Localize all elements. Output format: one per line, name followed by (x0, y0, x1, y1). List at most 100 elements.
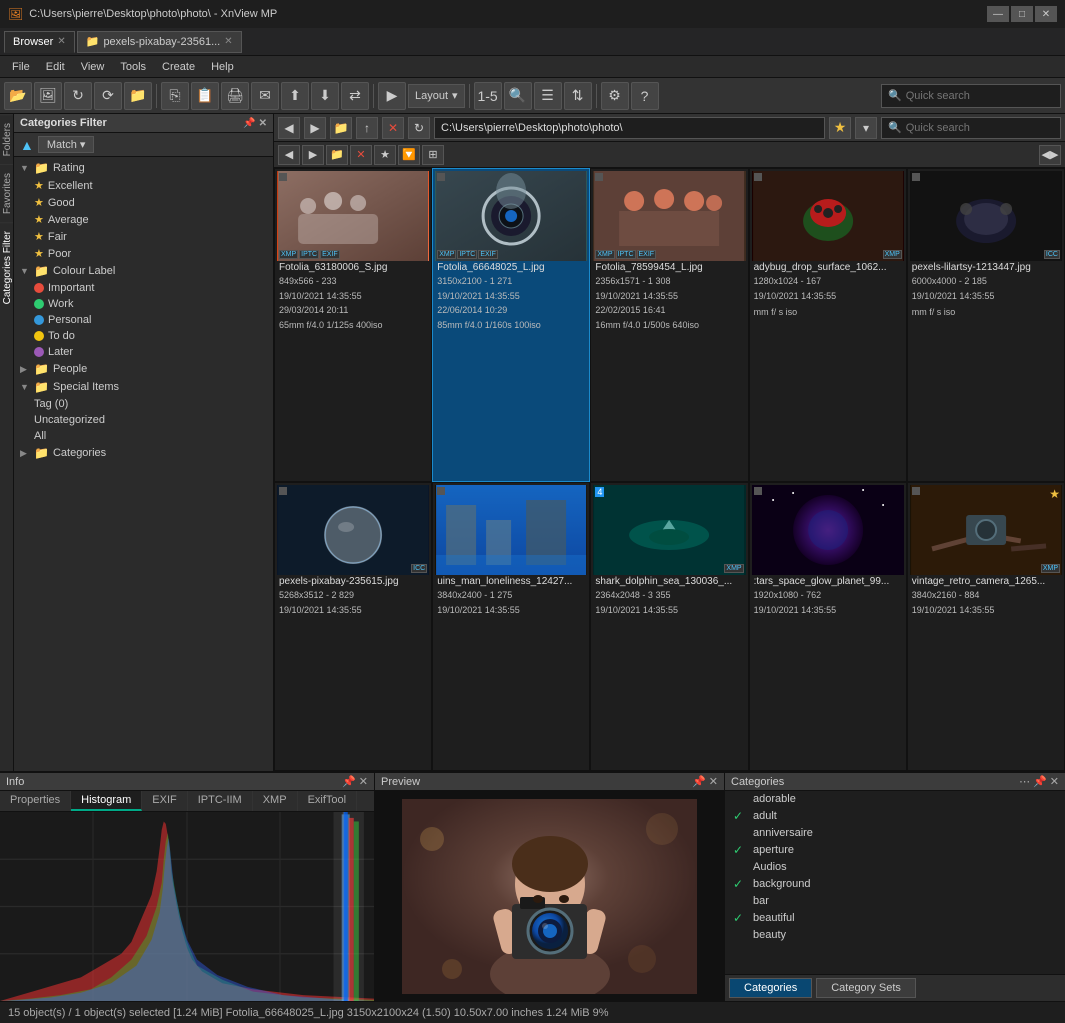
sidebar-tab-categories[interactable]: Categories Filter (0, 222, 13, 312)
tab-browser[interactable]: Browser ✕ (4, 31, 75, 53)
file-cell-8[interactable]: :tars_space_glow_planet_99... 1920x1080 … (749, 482, 907, 771)
tree-poor[interactable]: ★ Poor (28, 245, 273, 262)
tree-all[interactable]: All (28, 428, 273, 444)
menu-view[interactable]: View (73, 59, 113, 75)
toolbar-email-btn[interactable]: ✉ (251, 82, 279, 110)
toolbar-help-btn[interactable]: ? (631, 82, 659, 110)
file-cell-0[interactable]: XMP IPTC EXIF Fotolia_63180006_S.jpg 849… (274, 168, 432, 482)
image-tab-close[interactable]: ✕ (224, 36, 232, 47)
tab-image[interactable]: 📁 pexels-pixabay-23561... ✕ (77, 31, 242, 53)
tree-excellent[interactable]: ★ Excellent (28, 177, 273, 194)
ft-back-btn[interactable]: ◀ (278, 145, 300, 165)
file-cell-3[interactable]: XMP adybug_drop_surface_1062... 1280x102… (749, 168, 907, 482)
toolbar-browse-btn[interactable]: 🖼 (34, 82, 62, 110)
tree-tag0[interactable]: Tag (0) (28, 396, 273, 412)
cat-item-adult[interactable]: ✓ adult (725, 807, 1065, 825)
tree-work[interactable]: Work (28, 296, 273, 312)
toolbar-view-btn[interactable]: ☰ (534, 82, 562, 110)
tab-properties[interactable]: Properties (0, 791, 71, 811)
cat-item-background[interactable]: ✓ background (725, 875, 1065, 893)
toolbar-slideshow-btn[interactable]: ▶ (378, 82, 406, 110)
file-cell-7[interactable]: XMP 4 shark_dolphin_sea_130036_... 2364x… (590, 482, 748, 771)
tree-uncategorized[interactable]: Uncategorized (28, 412, 273, 428)
toolbar-refresh-btn[interactable]: ↻ (64, 82, 92, 110)
toolbar-import-btn[interactable]: ⬇ (311, 82, 339, 110)
tab-histogram[interactable]: Histogram (71, 791, 142, 811)
cat-filter-pin[interactable]: 📌 (243, 118, 255, 129)
preview-close-icon[interactable]: ✕ (709, 775, 718, 788)
close-button[interactable]: ✕ (1035, 6, 1057, 22)
tree-later[interactable]: Later (28, 344, 273, 360)
info-pin-icon[interactable]: 📌 (342, 775, 356, 788)
sidebar-tab-favorites[interactable]: Favorites (0, 164, 13, 222)
file-cell-9[interactable]: XMP ★ vintage_retro_camera_1265... 3840x… (907, 482, 1065, 771)
tab-iptc-iim[interactable]: IPTC-IIM (188, 791, 253, 811)
tree-categories[interactable]: ▶ 📁 Categories (14, 444, 273, 462)
toolbar-paste-btn[interactable]: 📋 (191, 82, 219, 110)
tab-xmp[interactable]: XMP (253, 791, 298, 811)
toolbar-sort-btn[interactable]: ⇅ (564, 82, 592, 110)
categories-footer-btn[interactable]: Categories (729, 978, 812, 998)
ft-forward-btn[interactable]: ▶ (302, 145, 324, 165)
address-input[interactable] (434, 117, 825, 139)
cat-more-icon[interactable]: ⋯ (1019, 775, 1030, 788)
menu-file[interactable]: File (4, 59, 38, 75)
cat-item-beautiful[interactable]: ✓ beautiful (725, 909, 1065, 927)
quick-search-input[interactable] (906, 90, 1026, 102)
cat-item-adorable[interactable]: adorable (725, 791, 1065, 807)
preview-pin-icon[interactable]: 📌 (692, 775, 706, 788)
tree-fair[interactable]: ★ Fair (28, 228, 273, 245)
toolbar-settings-btn[interactable]: ⚙ (601, 82, 629, 110)
cat-panel-close[interactable]: ✕ (1050, 775, 1059, 788)
menu-tools[interactable]: Tools (112, 59, 154, 75)
file-cell-2[interactable]: XMP IPTC EXIF Fotolia_78599454_L.jpg 235… (590, 168, 748, 482)
tree-personal[interactable]: Personal (28, 312, 273, 328)
menu-help[interactable]: Help (203, 59, 242, 75)
favorites-star-btn[interactable]: ★ (829, 117, 851, 139)
info-close-icon[interactable]: ✕ (359, 775, 368, 788)
toolbar-print-btn[interactable]: 🖨 (221, 82, 249, 110)
maximize-button[interactable]: □ (1011, 6, 1033, 22)
sidebar-tab-folders[interactable]: Folders (0, 114, 13, 164)
toolbar-size-btn[interactable]: 1-5 (474, 82, 502, 110)
browser-tab-close[interactable]: ✕ (57, 36, 65, 47)
menu-create[interactable]: Create (154, 59, 203, 75)
toolbar-convert-btn[interactable]: ⇄ (341, 82, 369, 110)
nav-folder-new[interactable]: 📁 (330, 117, 352, 139)
tab-exiftool[interactable]: ExifTool (298, 791, 358, 811)
ft-collapse-btn[interactable]: ◀▶ (1039, 145, 1061, 165)
cat-filter-close[interactable]: ✕ (259, 118, 267, 129)
ft-delete-btn[interactable]: ✕ (350, 145, 372, 165)
ft-folder-btn[interactable]: 📁 (326, 145, 348, 165)
cat-item-audios[interactable]: Audios (725, 859, 1065, 875)
nav-back-btn[interactable]: ◀ (278, 117, 300, 139)
nav-up-btn[interactable]: ↑ (356, 117, 378, 139)
tree-colour-label[interactable]: ▼ 📁 Colour Label (14, 262, 273, 280)
cat-item-beauty[interactable]: beauty (725, 927, 1065, 943)
toolbar-export-btn[interactable]: ⬆ (281, 82, 309, 110)
cat-item-anniversaire[interactable]: anniversaire (725, 825, 1065, 841)
tree-good[interactable]: ★ Good (28, 194, 273, 211)
minimize-button[interactable]: — (987, 6, 1009, 22)
cat-panel-pin[interactable]: 📌 (1033, 775, 1047, 788)
file-cell-4[interactable]: ICC pexels-lilartsy-1213447.jpg 6000x400… (907, 168, 1065, 482)
file-cell-6[interactable]: uins_man_loneliness_12427... 3840x2400 -… (432, 482, 590, 771)
match-dropdown[interactable]: Match ▾ (38, 136, 95, 153)
tree-people[interactable]: ▶ 📁 People (14, 360, 273, 378)
nav-forward-btn[interactable]: ▶ (304, 117, 326, 139)
toolbar-refresh2-btn[interactable]: ⟳ (94, 82, 122, 110)
toolbar-folder-btn[interactable]: 📁 (124, 82, 152, 110)
toolbar-layout-dropdown[interactable]: Layout ▾ (408, 84, 465, 108)
tree-rating[interactable]: ▼ 📁 Rating (14, 159, 273, 177)
cat-item-aperture[interactable]: ✓ aperture (725, 841, 1065, 859)
file-cell-5[interactable]: ICC pexels-pixabay-235615.jpg 5268x3512 … (274, 482, 432, 771)
toolbar-zoom-btn[interactable]: 🔍 (504, 82, 532, 110)
tree-average[interactable]: ★ Average (28, 211, 273, 228)
tree-special-items[interactable]: ▼ 📁 Special Items (14, 378, 273, 396)
file-cell-1[interactable]: XMP IPTC EXIF Fotolia_66648025_L.jpg 315… (432, 168, 590, 482)
addr-search-input[interactable] (906, 122, 1036, 134)
menu-edit[interactable]: Edit (38, 59, 73, 75)
cat-item-bar[interactable]: bar (725, 893, 1065, 909)
ft-filter-btn[interactable]: 🔽 (398, 145, 420, 165)
nav-refresh-btn[interactable]: ↻ (408, 117, 430, 139)
